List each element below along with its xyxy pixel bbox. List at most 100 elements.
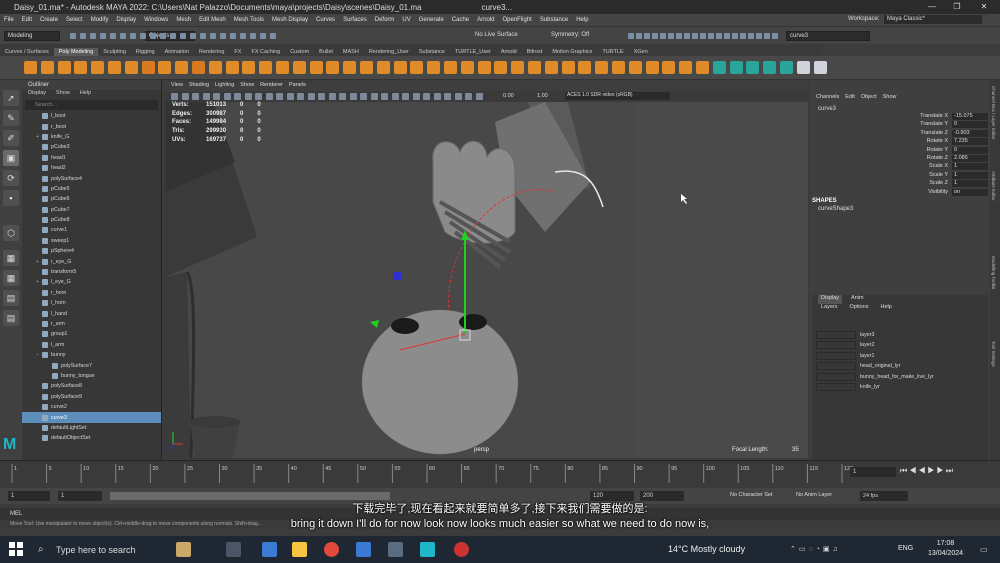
status-tool-icon[interactable] — [724, 33, 730, 39]
outliner-item[interactable]: pCube5 — [22, 184, 161, 194]
channel-menu-item[interactable]: Channels — [816, 94, 839, 104]
mail-icon[interactable] — [356, 542, 371, 557]
menu-modify[interactable]: Modify — [87, 17, 113, 23]
maximize-icon[interactable]: ❐ — [945, 0, 969, 14]
attribute-value[interactable]: 2.086 — [952, 155, 988, 162]
mode-select[interactable]: Modeling — [4, 31, 60, 41]
shelf-tool-icon[interactable] — [427, 61, 441, 74]
shelf-tool-icon[interactable] — [40, 61, 54, 74]
menu-substance[interactable]: Substance — [536, 17, 572, 23]
shelf-tool-icon[interactable] — [444, 61, 457, 74]
viewport-toolbar-icon[interactable] — [234, 93, 241, 100]
shelf-tool-icon[interactable] — [208, 61, 222, 74]
rotate-tool-icon[interactable]: ⟳ — [3, 170, 19, 186]
current-frame-field[interactable]: 1 — [850, 467, 896, 477]
window-tab[interactable]: curve3... — [481, 3, 512, 12]
outliner-item[interactable]: curve3 — [22, 412, 161, 423]
attribute-value[interactable]: -0.903 — [952, 129, 988, 137]
status-tool-icon[interactable] — [652, 33, 658, 39]
status-tool-icon[interactable] — [660, 33, 666, 39]
status-tool-icon[interactable] — [732, 33, 738, 39]
shelf-tool-icon[interactable] — [158, 61, 172, 74]
shelf-tool-icon[interactable] — [628, 61, 642, 74]
viewport-menu-item[interactable]: Lighting — [215, 82, 234, 91]
viewport-toolbar-icon[interactable] — [223, 93, 231, 100]
menu-mesh-tools[interactable]: Mesh Tools — [230, 17, 268, 23]
outliner-item[interactable]: pCube3 — [22, 142, 161, 152]
status-tool-icon[interactable] — [772, 33, 778, 39]
shelf-tool-icon[interactable] — [292, 61, 306, 74]
attribute-value[interactable]: 1 — [952, 163, 988, 171]
shelf-tool-icon[interactable] — [544, 61, 558, 74]
outliner-menu-item[interactable]: Help — [80, 90, 91, 99]
viewport-toolbar-icon[interactable] — [444, 93, 451, 100]
status-tool-icon[interactable] — [756, 33, 762, 39]
shelf-tool-icon[interactable] — [712, 61, 726, 74]
viewport-toolbar-icon[interactable] — [181, 93, 189, 100]
shelf-tab[interactable]: Curves / Surfaces — [0, 48, 54, 56]
status-tool-icon[interactable] — [140, 33, 146, 39]
viewport-toolbar-icon[interactable] — [244, 93, 252, 100]
viewport-toolbar-icon[interactable] — [465, 93, 472, 100]
viewport-toolbar-icon[interactable] — [381, 93, 388, 100]
layer-visibility-toggle[interactable] — [816, 331, 856, 339]
menu-uv[interactable]: UV — [398, 17, 414, 23]
outliner-item[interactable]: polySurface7 — [22, 360, 161, 370]
shelf-tool-icon[interactable] — [108, 61, 121, 74]
outliner-item[interactable]: l_horn — [22, 298, 161, 308]
live-surface-label[interactable]: No Live Surface — [472, 31, 524, 41]
shelf-tab[interactable]: MASH — [338, 48, 364, 56]
shelf-tool-icon[interactable] — [276, 61, 289, 74]
viewport-toolbar-icon[interactable] — [171, 93, 178, 100]
outliner-item[interactable]: defaultLightSet — [22, 423, 161, 433]
menu-curves[interactable]: Curves — [312, 17, 339, 23]
outliner-item[interactable]: l_boot — [22, 111, 161, 121]
status-tool-icon[interactable] — [200, 33, 206, 39]
side-tab[interactable]: Attribute Editor — [991, 171, 996, 201]
channel-menu-item[interactable]: Object — [861, 94, 877, 104]
explorer-icon[interactable] — [262, 542, 277, 557]
layout-icon[interactable]: ▤ — [3, 290, 19, 306]
side-tab[interactable]: Modelling Toolkit — [991, 256, 996, 289]
outliner-item[interactable]: curve1 — [22, 225, 161, 235]
app-icon[interactable] — [176, 542, 191, 557]
shelf-tab[interactable]: Rendering — [194, 48, 229, 56]
viewport-toolbar-icon[interactable] — [202, 93, 210, 100]
status-tool-icon[interactable] — [70, 33, 76, 39]
outliner-item[interactable]: transform5 — [22, 267, 161, 277]
outliner-item[interactable]: r_arm — [22, 319, 161, 329]
outliner-item[interactable]: polySurface9 — [22, 392, 161, 402]
attribute-value[interactable]: 7.235 — [952, 138, 988, 146]
shelf-tool-icon[interactable] — [309, 61, 323, 74]
shelf-tool-icon[interactable] — [494, 61, 508, 74]
viewport-toolbar-icon[interactable] — [402, 93, 409, 100]
close-icon[interactable]: ✕ — [972, 0, 996, 14]
layer-item[interactable]: layer2 — [860, 342, 874, 348]
menu-mesh-display[interactable]: Mesh Display — [268, 17, 312, 23]
shelf-tab[interactable]: Bifrost — [522, 48, 548, 56]
shelf-tab[interactable]: Animation — [160, 48, 194, 56]
layer-item[interactable]: bunny_head_for_make_live_lyr — [860, 374, 934, 380]
channel-menu-item[interactable]: Edit — [845, 94, 854, 104]
shelf-tool-icon[interactable] — [528, 61, 541, 74]
outliner-item[interactable]: l_hand — [22, 308, 161, 318]
status-tool-icon[interactable] — [250, 33, 256, 39]
status-tool-icon[interactable] — [180, 33, 186, 39]
outliner-item[interactable]: head1 — [22, 153, 161, 163]
gamma-field[interactable]: 1.00 — [537, 93, 548, 99]
shelf-tab[interactable]: FX Caching — [246, 48, 285, 56]
lasso-tool-icon[interactable]: ✎ — [3, 110, 19, 126]
viewport-toolbar-icon[interactable] — [192, 93, 199, 100]
layer-visibility-toggle[interactable] — [816, 351, 856, 360]
status-tool-icon[interactable] — [636, 33, 642, 39]
status-tool-icon[interactable] — [708, 33, 714, 39]
attribute-value[interactable]: 1 — [952, 180, 988, 188]
shelf-tab[interactable]: Motion Graphics — [547, 48, 597, 56]
task-view-icon[interactable] — [226, 542, 241, 557]
shelf-tool-icon[interactable] — [645, 61, 659, 74]
viewport-menu-item[interactable]: Shading — [189, 82, 209, 91]
outliner-item[interactable]: r_boot — [22, 121, 161, 131]
status-tool-icon[interactable] — [130, 33, 136, 39]
outliner-item[interactable]: + r_eye_G — [22, 256, 161, 266]
status-tool-icon[interactable] — [220, 33, 226, 39]
